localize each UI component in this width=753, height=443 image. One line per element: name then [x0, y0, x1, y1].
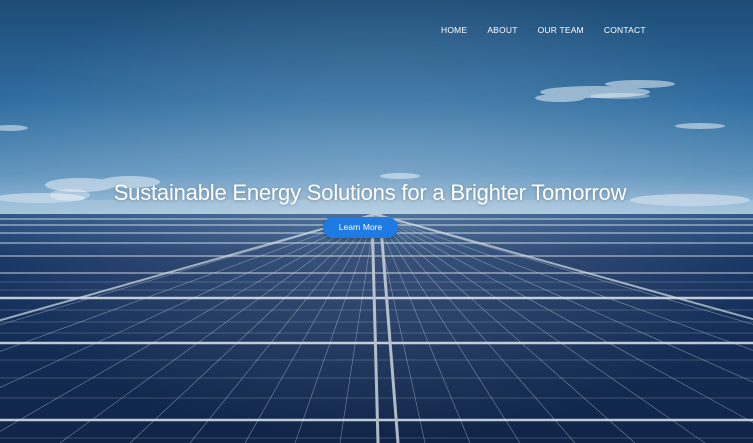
- hero-section: HOME ABOUT OUR TEAM CONTACT Sustainable …: [0, 0, 753, 443]
- nav-about-link[interactable]: ABOUT: [487, 25, 517, 35]
- nav-contact-link[interactable]: CONTACT: [604, 25, 646, 35]
- hero-headline: Sustainable Energy Solutions for a Brigh…: [113, 180, 627, 205]
- main-nav: HOME ABOUT OUR TEAM CONTACT: [441, 25, 646, 35]
- nav-home-link[interactable]: HOME: [441, 25, 467, 35]
- nav-our-team-link[interactable]: OUR TEAM: [538, 25, 584, 35]
- learn-more-button[interactable]: Learn More: [323, 217, 398, 238]
